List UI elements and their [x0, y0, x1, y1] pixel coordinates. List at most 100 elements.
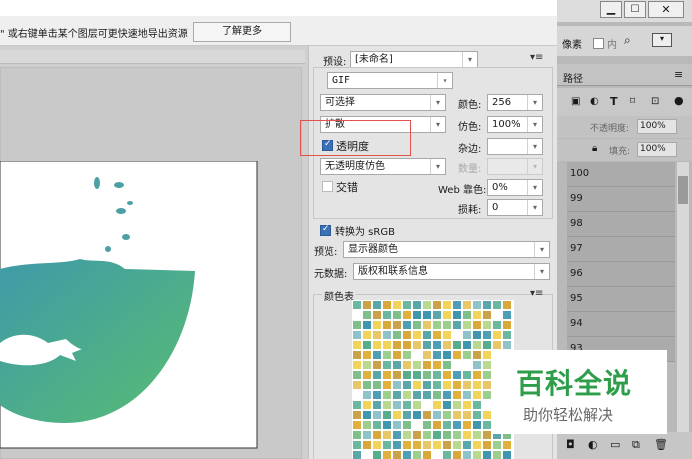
color-swatch[interactable] [442, 320, 452, 330]
color-swatch[interactable] [472, 340, 482, 350]
color-swatch[interactable] [502, 320, 512, 330]
color-swatch[interactable] [472, 440, 482, 450]
color-swatch[interactable] [502, 310, 512, 320]
color-swatch[interactable] [372, 340, 382, 350]
workspace-icon[interactable]: ▾ [652, 33, 672, 47]
color-swatch[interactable] [362, 350, 372, 360]
color-swatch[interactable] [442, 400, 452, 410]
color-swatch[interactable] [432, 440, 442, 450]
color-swatch[interactable] [432, 380, 442, 390]
color-swatch[interactable] [372, 380, 382, 390]
color-swatch[interactable] [452, 400, 462, 410]
color-swatch[interactable] [432, 310, 442, 320]
color-swatch[interactable] [452, 420, 462, 430]
color-swatch[interactable] [372, 370, 382, 380]
color-swatch[interactable] [402, 350, 412, 360]
color-swatch[interactable] [492, 300, 502, 310]
color-swatch[interactable] [462, 340, 472, 350]
color-swatch[interactable] [452, 390, 462, 400]
color-swatch[interactable] [482, 400, 492, 410]
preset-select[interactable]: [未命名] ▾ [350, 51, 478, 68]
color-swatch[interactable] [372, 300, 382, 310]
color-swatch[interactable] [432, 320, 442, 330]
panel-menu-icon[interactable]: ≡ [674, 68, 683, 81]
color-swatch[interactable] [352, 430, 362, 440]
adjust-filter-icon[interactable]: ◐ [590, 96, 599, 107]
color-swatch[interactable] [412, 320, 422, 330]
color-swatch[interactable] [442, 450, 452, 459]
color-swatch[interactable] [482, 330, 492, 340]
color-swatch[interactable] [422, 440, 432, 450]
color-swatch[interactable] [422, 430, 432, 440]
color-swatch[interactable] [462, 440, 472, 450]
layer-row[interactable]: 95 [567, 287, 675, 312]
new-layer-icon[interactable]: ⧉ [632, 438, 640, 452]
color-swatch[interactable] [412, 350, 422, 360]
color-swatch[interactable] [482, 420, 492, 430]
dither-amount-field[interactable]: 100% ▾ [487, 116, 543, 133]
color-swatch[interactable] [462, 360, 472, 370]
color-swatch[interactable] [432, 340, 442, 350]
color-swatch[interactable] [432, 370, 442, 380]
color-swatch[interactable] [382, 350, 392, 360]
layer-row[interactable]: 99 [567, 187, 675, 212]
color-swatch[interactable] [462, 400, 472, 410]
color-swatch[interactable] [352, 440, 362, 450]
color-swatch[interactable] [392, 320, 402, 330]
color-swatch[interactable] [362, 320, 372, 330]
color-swatch[interactable] [472, 350, 482, 360]
color-swatch[interactable] [442, 330, 452, 340]
color-swatch[interactable] [382, 360, 392, 370]
color-swatch[interactable] [502, 300, 512, 310]
color-reduction-select[interactable]: 可选择 ▾ [320, 94, 446, 111]
color-swatch[interactable] [452, 320, 462, 330]
color-swatch[interactable] [362, 380, 372, 390]
color-swatch[interactable] [362, 440, 372, 450]
color-swatch[interactable] [422, 410, 432, 420]
maximize-button[interactable]: ☐ [624, 1, 646, 18]
color-swatch[interactable] [392, 380, 402, 390]
color-swatch[interactable] [402, 400, 412, 410]
color-swatch[interactable] [362, 310, 372, 320]
color-swatch[interactable] [432, 300, 442, 310]
ps-inner-checkbox[interactable] [593, 38, 604, 49]
color-swatch[interactable] [362, 420, 372, 430]
color-swatch[interactable] [502, 330, 512, 340]
color-swatch[interactable] [382, 440, 392, 450]
color-swatch[interactable] [482, 320, 492, 330]
color-swatch[interactable] [412, 370, 422, 380]
mask-icon[interactable]: ◘ [566, 438, 575, 451]
color-swatch[interactable] [402, 440, 412, 450]
color-swatch[interactable] [382, 390, 392, 400]
color-swatch[interactable] [472, 400, 482, 410]
ps-tab-pixels[interactable]: 像素 [562, 36, 582, 51]
color-swatch[interactable] [402, 330, 412, 340]
color-swatch[interactable] [382, 430, 392, 440]
color-swatch[interactable] [492, 330, 502, 340]
color-swatch[interactable] [382, 410, 392, 420]
color-swatch[interactable] [422, 340, 432, 350]
color-swatch[interactable] [362, 300, 372, 310]
color-swatch[interactable] [482, 390, 492, 400]
text-filter-icon[interactable]: T [610, 95, 618, 108]
layers-scrollbar[interactable] [677, 162, 689, 432]
color-swatch[interactable] [442, 390, 452, 400]
color-swatch[interactable] [402, 370, 412, 380]
preview-select[interactable]: 显示器颜色 ▾ [343, 241, 550, 258]
color-swatch[interactable] [392, 360, 402, 370]
color-swatch[interactable] [362, 390, 372, 400]
color-swatch[interactable] [412, 430, 422, 440]
color-swatch[interactable] [452, 450, 462, 459]
color-swatch[interactable] [472, 450, 482, 459]
filter-toggle-icon[interactable]: ● [674, 94, 684, 107]
color-swatch[interactable] [412, 440, 422, 450]
color-swatch[interactable] [472, 430, 482, 440]
color-swatch[interactable] [452, 380, 462, 390]
color-swatch[interactable] [492, 450, 502, 459]
color-swatch[interactable] [382, 330, 392, 340]
close-button[interactable]: ✕ [648, 1, 684, 18]
color-swatch[interactable] [482, 310, 492, 320]
color-swatch[interactable] [452, 360, 462, 370]
color-swatch[interactable] [482, 410, 492, 420]
color-swatch[interactable] [452, 350, 462, 360]
